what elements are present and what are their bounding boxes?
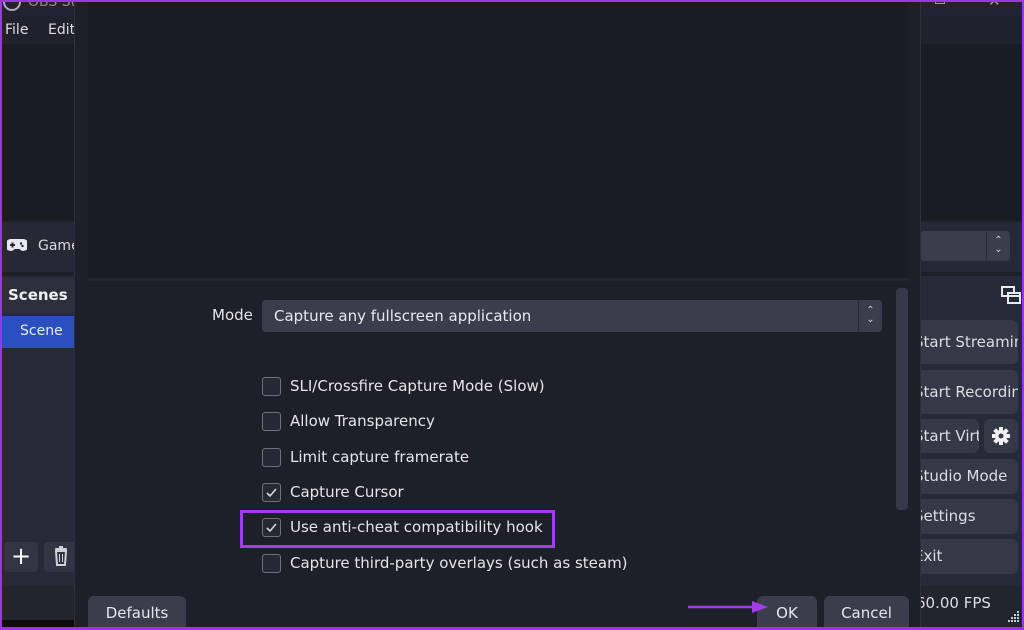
checkbox[interactable] <box>262 376 281 396</box>
virtual-cam-settings-button[interactable] <box>984 419 1018 453</box>
checkbox-checked[interactable] <box>262 482 281 502</box>
studio-mode-label: Studio Mode <box>914 467 1008 485</box>
option-allow-transparency[interactable]: Allow Transparency <box>262 410 435 432</box>
exit-button[interactable]: Exit <box>904 539 1018 574</box>
mode-label: Mode <box>212 306 253 324</box>
menu-edit[interactable]: Edit <box>48 22 75 38</box>
select-arrows-icon: ⌃ ⌄ <box>858 300 882 332</box>
defaults-button[interactable]: Defaults <box>88 596 186 630</box>
start-streaming-label: Start Streaming <box>914 333 1018 351</box>
properties-scrollbar[interactable] <box>896 288 908 510</box>
source-property-select[interactable]: ⌃ ⌄ <box>920 231 1010 261</box>
plus-icon: + <box>10 542 32 570</box>
checkmark-icon <box>266 522 277 532</box>
annotation-arrow-icon <box>688 601 768 613</box>
gear-icon <box>992 427 1010 445</box>
start-recording-button[interactable]: Start Recording <box>904 370 1018 414</box>
scene-label[interactable]: Scene <box>20 323 63 339</box>
checkmark-icon <box>266 487 277 497</box>
close-window-button[interactable]: ✕ <box>988 0 1001 10</box>
add-scene-button[interactable]: + <box>4 542 38 572</box>
settings-label: Settings <box>914 507 976 525</box>
checkbox[interactable] <box>262 447 281 467</box>
cancel-button[interactable]: Cancel <box>824 596 909 630</box>
mode-select[interactable]: Capture any fullscreen application ⌃ ⌄ <box>262 300 882 332</box>
option-label: Allow Transparency <box>290 412 435 430</box>
studio-mode-button[interactable]: Studio Mode <box>904 459 1018 494</box>
fps-readout: 60.00 FPS <box>916 594 991 612</box>
mode-value: Capture any fullscreen application <box>274 307 532 325</box>
option-label: SLI/Crossfire Capture Mode (Slow) <box>290 377 545 395</box>
preview-splitter[interactable] <box>88 278 908 281</box>
virtual-cam-label: Start Virtual Cam <box>914 427 979 445</box>
option-label: Limit capture framerate <box>290 448 470 466</box>
spin-arrows-icon[interactable]: ⌃ ⌄ <box>986 231 1010 261</box>
obs-logo-icon <box>3 0 21 11</box>
option-anti-cheat-hook[interactable]: Use anti-cheat compatibility hook <box>262 516 543 538</box>
option-label: Capture third-party overlays (such as st… <box>290 554 628 572</box>
menu-file[interactable]: File <box>5 22 28 38</box>
checkbox[interactable] <box>262 411 281 431</box>
scenes-title: Scenes <box>8 286 68 304</box>
start-streaming-button[interactable]: Start Streaming <box>904 320 1018 364</box>
trash-icon <box>54 546 68 566</box>
option-label: Capture Cursor <box>290 483 404 501</box>
option-limit-framerate[interactable]: Limit capture framerate <box>262 446 469 468</box>
settings-button[interactable]: Settings <box>904 499 1018 534</box>
source-preview <box>88 0 908 278</box>
taskbar-strip <box>0 620 78 630</box>
option-label: Use anti-cheat compatibility hook <box>290 518 543 536</box>
gamepad-icon <box>7 239 27 251</box>
option-sli-crossfire[interactable]: SLI/Crossfire Capture Mode (Slow) <box>262 375 545 397</box>
checkbox[interactable] <box>262 553 281 573</box>
option-capture-cursor[interactable]: Capture Cursor <box>262 481 404 503</box>
resize-grip-icon[interactable] <box>1008 610 1020 622</box>
remove-scene-button[interactable] <box>44 542 78 572</box>
start-recording-label: Start Recording <box>914 383 1018 401</box>
checkbox-checked[interactable] <box>262 517 281 537</box>
dock-undock-icon[interactable] <box>1000 285 1022 305</box>
maximize-button[interactable] <box>935 0 945 4</box>
option-third-party-overlays[interactable]: Capture third-party overlays (such as st… <box>262 552 628 574</box>
